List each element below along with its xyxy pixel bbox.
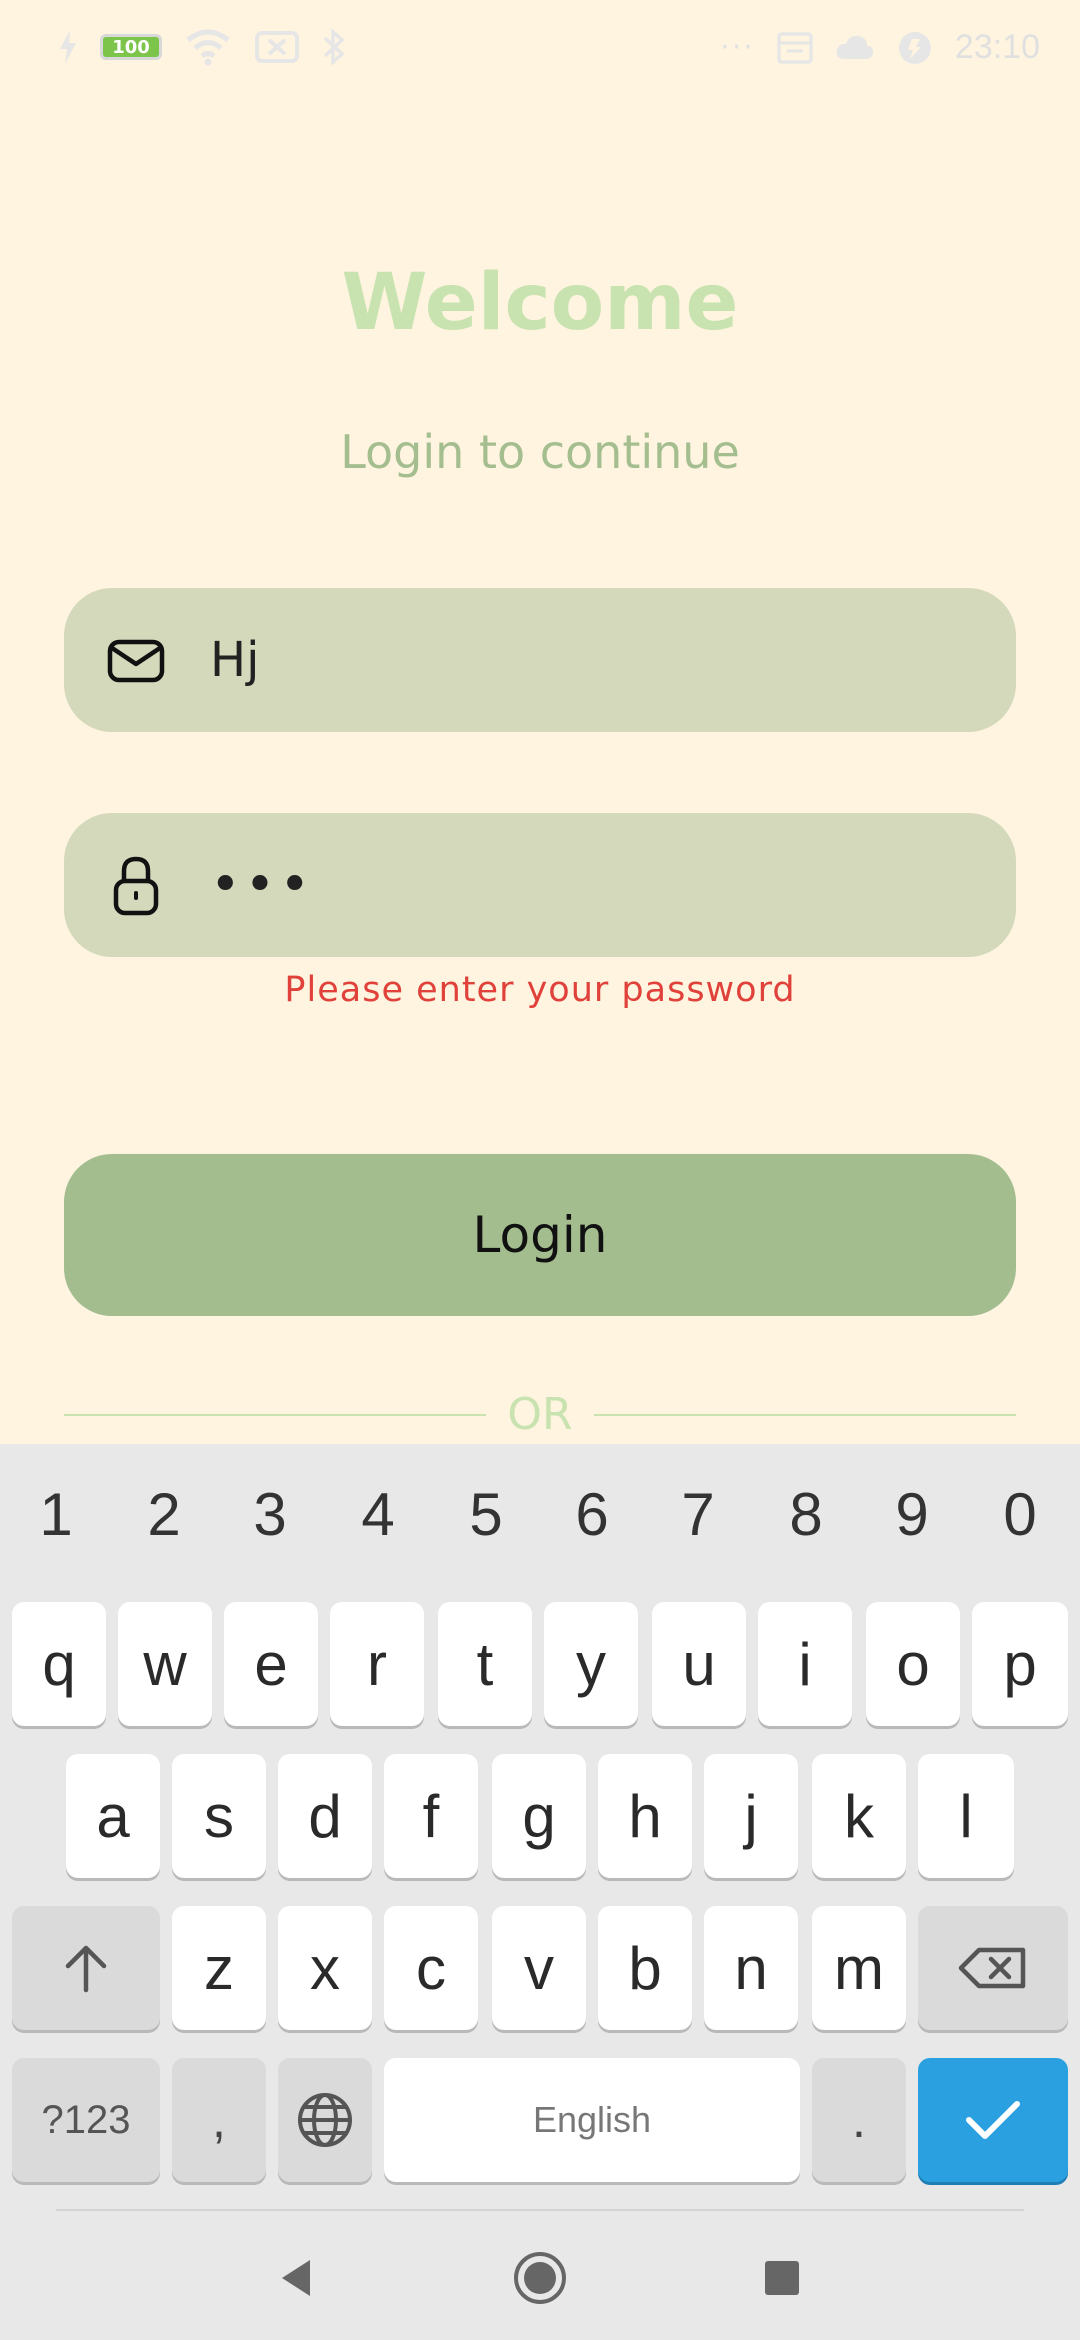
key-1[interactable]: 1 bbox=[6, 1480, 106, 1549]
key-e[interactable]: e bbox=[224, 1602, 318, 1726]
key-d[interactable]: d bbox=[278, 1754, 372, 1878]
key-7[interactable]: 7 bbox=[648, 1480, 748, 1549]
bluetooth-icon bbox=[323, 28, 345, 66]
home-icon bbox=[514, 2252, 566, 2304]
status-left: 100 bbox=[58, 28, 346, 66]
key-s[interactable]: s bbox=[172, 1754, 266, 1878]
mail-icon bbox=[107, 639, 165, 683]
recents-button[interactable] bbox=[752, 2248, 812, 2308]
password-error: Please enter your password bbox=[284, 970, 796, 1010]
status-right: ··· 23:10 bbox=[720, 28, 1040, 67]
key-z[interactable]: z bbox=[172, 1906, 266, 2030]
login-button[interactable]: Login bbox=[64, 1154, 1016, 1316]
battery-level: 100 bbox=[112, 36, 150, 58]
charging-icon bbox=[60, 30, 76, 64]
more-icon: ··· bbox=[720, 30, 755, 65]
key-5[interactable]: 5 bbox=[436, 1480, 536, 1549]
lock-icon bbox=[113, 856, 159, 916]
key-y[interactable]: y bbox=[544, 1602, 638, 1726]
key-a[interactable]: a bbox=[66, 1754, 160, 1878]
period-label: . bbox=[852, 2092, 866, 2148]
key-k[interactable]: k bbox=[812, 1754, 906, 1878]
globe-icon bbox=[298, 2093, 352, 2147]
backspace-icon bbox=[958, 1947, 1026, 1989]
symbols-label: ?123 bbox=[41, 2097, 131, 2142]
shift-key[interactable] bbox=[12, 1906, 160, 2030]
navigation-bar bbox=[0, 2212, 1080, 2340]
key-b[interactable]: b bbox=[598, 1906, 692, 2030]
comma-key[interactable]: , bbox=[172, 2058, 266, 2182]
comma-label: , bbox=[212, 2092, 226, 2148]
password-value: ••• bbox=[210, 855, 315, 915]
period-key[interactable]: . bbox=[812, 2058, 906, 2182]
key-n[interactable]: n bbox=[704, 1906, 798, 2030]
key-q[interactable]: q bbox=[12, 1602, 106, 1726]
key-9[interactable]: 9 bbox=[862, 1480, 962, 1549]
welcome-title: Welcome bbox=[341, 258, 739, 348]
key-3[interactable]: 3 bbox=[220, 1480, 320, 1549]
calendar-icon bbox=[777, 31, 813, 64]
wifi-icon bbox=[186, 29, 230, 66]
key-r[interactable]: r bbox=[330, 1602, 424, 1726]
clock: 23:10 bbox=[954, 28, 1040, 66]
password-field[interactable]: ••• bbox=[64, 813, 1016, 957]
email-field[interactable]: Hj bbox=[64, 588, 1016, 732]
status-bar: 100 ··· 23:10 bbox=[0, 0, 1080, 104]
key-8[interactable]: 8 bbox=[756, 1480, 856, 1549]
shift-arrow-icon bbox=[65, 1945, 107, 1993]
key-j[interactable]: j bbox=[704, 1754, 798, 1878]
email-value: Hj bbox=[210, 632, 260, 688]
cloud-icon bbox=[836, 35, 874, 59]
key-0[interactable]: 0 bbox=[970, 1480, 1070, 1549]
or-divider: OR bbox=[64, 1390, 1016, 1440]
key-2[interactable]: 2 bbox=[114, 1480, 214, 1549]
or-label: OR bbox=[507, 1389, 573, 1440]
symbols-key[interactable]: ?123 bbox=[12, 2058, 160, 2182]
recents-icon bbox=[765, 2261, 799, 2295]
key-g[interactable]: g bbox=[492, 1754, 586, 1878]
key-v[interactable]: v bbox=[492, 1906, 586, 2030]
key-m[interactable]: m bbox=[812, 1906, 906, 2030]
key-x[interactable]: x bbox=[278, 1906, 372, 2030]
back-icon bbox=[282, 2260, 310, 2296]
check-icon bbox=[966, 2101, 1020, 2139]
key-h[interactable]: h bbox=[598, 1754, 692, 1878]
space-label: English bbox=[532, 2099, 652, 2140]
key-o[interactable]: o bbox=[866, 1602, 960, 1726]
key-4[interactable]: 4 bbox=[328, 1480, 428, 1549]
no-sim-icon bbox=[255, 31, 299, 63]
keyboard-divider bbox=[56, 2209, 1024, 2211]
battery-icon: 100 bbox=[100, 34, 162, 60]
space-bar[interactable]: English bbox=[384, 2058, 800, 2182]
language-key[interactable] bbox=[278, 2058, 372, 2182]
number-row: 1 2 3 4 5 6 7 8 9 0 bbox=[0, 1444, 1080, 1594]
soft-keyboard: 1 2 3 4 5 6 7 8 9 0 q w e r t y u i o p … bbox=[0, 1444, 1080, 2340]
key-i[interactable]: i bbox=[758, 1602, 852, 1726]
done-key[interactable] bbox=[918, 2058, 1068, 2182]
back-button[interactable] bbox=[266, 2248, 326, 2308]
data-saver-icon bbox=[898, 31, 931, 64]
login-subtitle: Login to continue bbox=[340, 425, 740, 479]
key-t[interactable]: t bbox=[438, 1602, 532, 1726]
key-c[interactable]: c bbox=[384, 1906, 478, 2030]
key-6[interactable]: 6 bbox=[542, 1480, 642, 1549]
key-p[interactable]: p bbox=[972, 1602, 1068, 1726]
key-f[interactable]: f bbox=[384, 1754, 478, 1878]
key-u[interactable]: u bbox=[652, 1602, 746, 1726]
key-l[interactable]: l bbox=[918, 1754, 1014, 1878]
key-w[interactable]: w bbox=[118, 1602, 212, 1726]
home-button[interactable] bbox=[510, 2248, 570, 2308]
backspace-key[interactable] bbox=[918, 1906, 1068, 2030]
